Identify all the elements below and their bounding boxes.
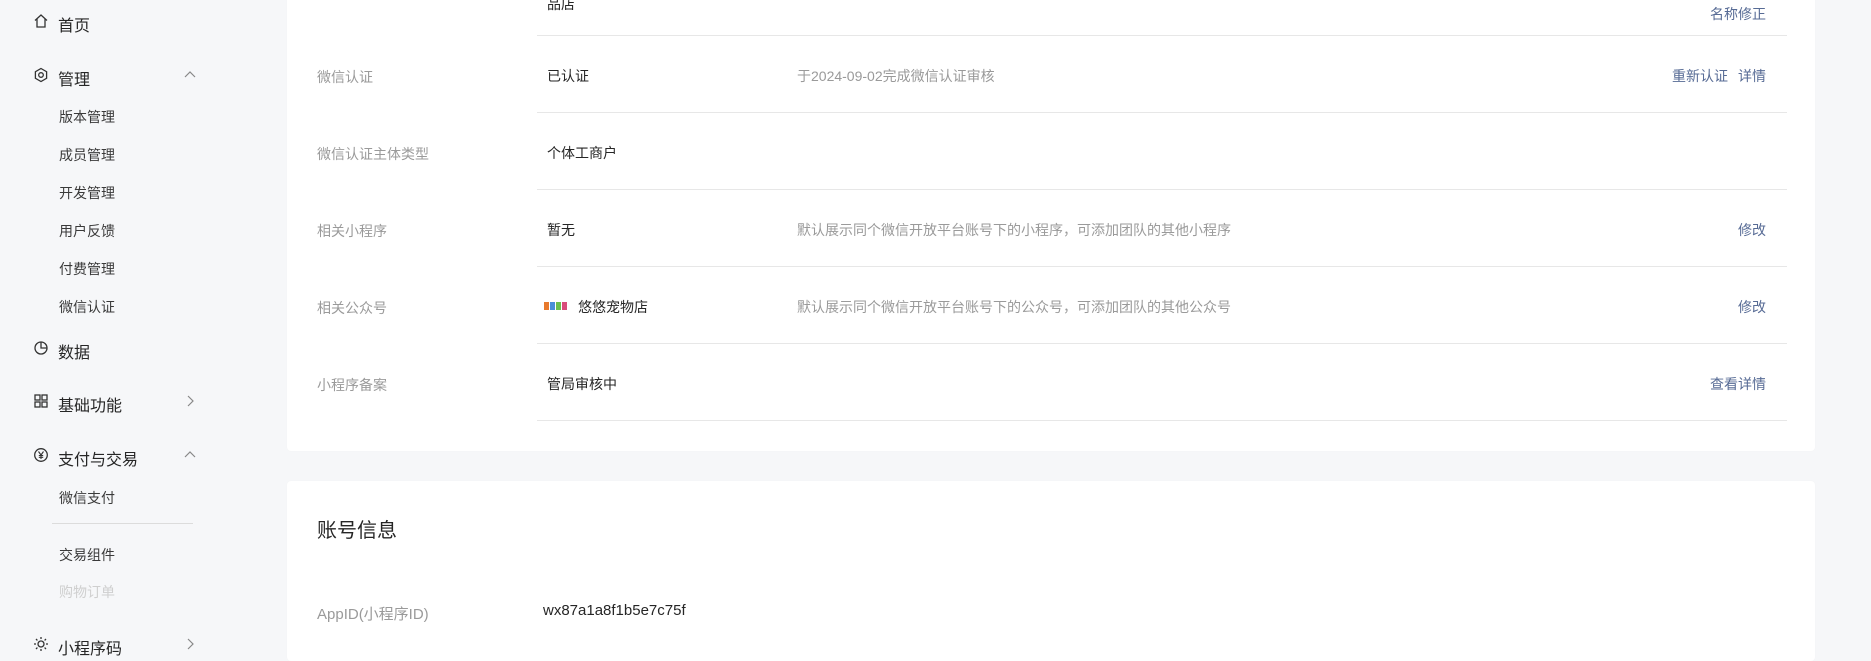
- info-top-partial-value: 品店: [547, 0, 575, 12]
- nav-home[interactable]: 首页: [0, 6, 200, 36]
- account-info-card: [287, 481, 1815, 661]
- sun-icon: [32, 635, 50, 653]
- related-miniprogram-desc: 默认展示同个微信开放平台账号下的小程序，可添加团队的其他小程序: [797, 222, 1231, 238]
- nav-pay-label: 支付与交易: [58, 452, 139, 469]
- filing-status-value: 管局审核中: [547, 376, 617, 392]
- nav-data-label: 数据: [58, 345, 91, 362]
- nav-shopping-orders[interactable]: 购物订单: [59, 582, 115, 602]
- grid-icon: [32, 392, 50, 410]
- re-auth-link[interactable]: 重新认证: [1672, 66, 1728, 86]
- chevron-right-icon: [182, 393, 198, 409]
- nav-data[interactable]: 数据: [0, 333, 200, 363]
- nav-qrcode[interactable]: 小程序码: [0, 629, 200, 659]
- nav-home-label: 首页: [58, 18, 91, 35]
- nav-payment-manage[interactable]: 付费管理: [59, 259, 115, 279]
- related-official-account-value: 悠悠宠物店: [578, 299, 648, 315]
- wechat-auth-label: 微信认证: [317, 69, 373, 85]
- yen-icon: [32, 446, 50, 464]
- row-divider: [537, 189, 1787, 190]
- nav-basic-functions[interactable]: 基础功能: [0, 386, 200, 416]
- nav-pay-trade[interactable]: 支付与交易: [0, 440, 200, 470]
- official-account-avatar: [544, 298, 568, 314]
- name-correction-link[interactable]: 名称修正: [1710, 4, 1766, 24]
- auth-details-link[interactable]: 详情: [1738, 66, 1766, 86]
- auth-subject-type-value: 个体工商户: [547, 145, 617, 161]
- nav-manage-label: 管理: [58, 72, 91, 89]
- pie-chart-icon: [32, 339, 50, 357]
- nav-trade-component[interactable]: 交易组件: [59, 545, 115, 565]
- row-divider: [537, 266, 1787, 267]
- nav-qrcode-label: 小程序码: [58, 641, 123, 658]
- row-divider: [537, 112, 1787, 113]
- nav-user-feedback[interactable]: 用户反馈: [59, 221, 115, 241]
- chevron-up-icon: [182, 67, 198, 83]
- settings-icon: [32, 66, 50, 84]
- view-filing-details-link[interactable]: 查看详情: [1710, 374, 1766, 394]
- account-info-title: 账号信息: [317, 520, 397, 542]
- sidebar: 首页 管理 版本管理 成员管理 开发管理 用户反馈 付费管理 微信认证 数据 基…: [0, 0, 240, 658]
- home-icon: [32, 12, 50, 30]
- nav-wechat-pay[interactable]: 微信支付: [59, 488, 115, 508]
- related-official-account-desc: 默认展示同个微信开放平台账号下的公众号，可添加团队的其他公众号: [797, 299, 1231, 315]
- row-divider: [537, 343, 1787, 344]
- nav-member-manage[interactable]: 成员管理: [59, 145, 115, 165]
- chevron-right-icon: [182, 636, 198, 652]
- modify-miniprogram-link[interactable]: 修改: [1738, 220, 1766, 240]
- appid-value: wx87a1a8f1b5e7c75f: [543, 602, 686, 619]
- nav-wechat-auth[interactable]: 微信认证: [59, 297, 115, 317]
- nav-basic-label: 基础功能: [58, 398, 123, 415]
- wechat-auth-desc: 于2024-09-02完成微信认证审核: [797, 68, 995, 84]
- appid-label: AppID(小程序ID): [317, 606, 429, 623]
- nav-dev-manage[interactable]: 开发管理: [59, 183, 115, 203]
- sidebar-divider: [52, 523, 193, 524]
- nav-version-manage[interactable]: 版本管理: [59, 107, 115, 127]
- related-miniprogram-label: 相关小程序: [317, 223, 387, 239]
- modify-official-account-link[interactable]: 修改: [1738, 297, 1766, 317]
- related-miniprogram-value: 暂无: [547, 222, 575, 238]
- chevron-up-icon: [182, 447, 198, 463]
- row-divider: [537, 420, 1787, 421]
- wechat-auth-value: 已认证: [547, 68, 589, 84]
- nav-manage[interactable]: 管理: [0, 60, 200, 90]
- row-divider: [537, 35, 1787, 36]
- related-official-account-label: 相关公众号: [317, 300, 387, 316]
- filing-label: 小程序备案: [317, 377, 387, 393]
- auth-subject-type-label: 微信认证主体类型: [317, 146, 429, 162]
